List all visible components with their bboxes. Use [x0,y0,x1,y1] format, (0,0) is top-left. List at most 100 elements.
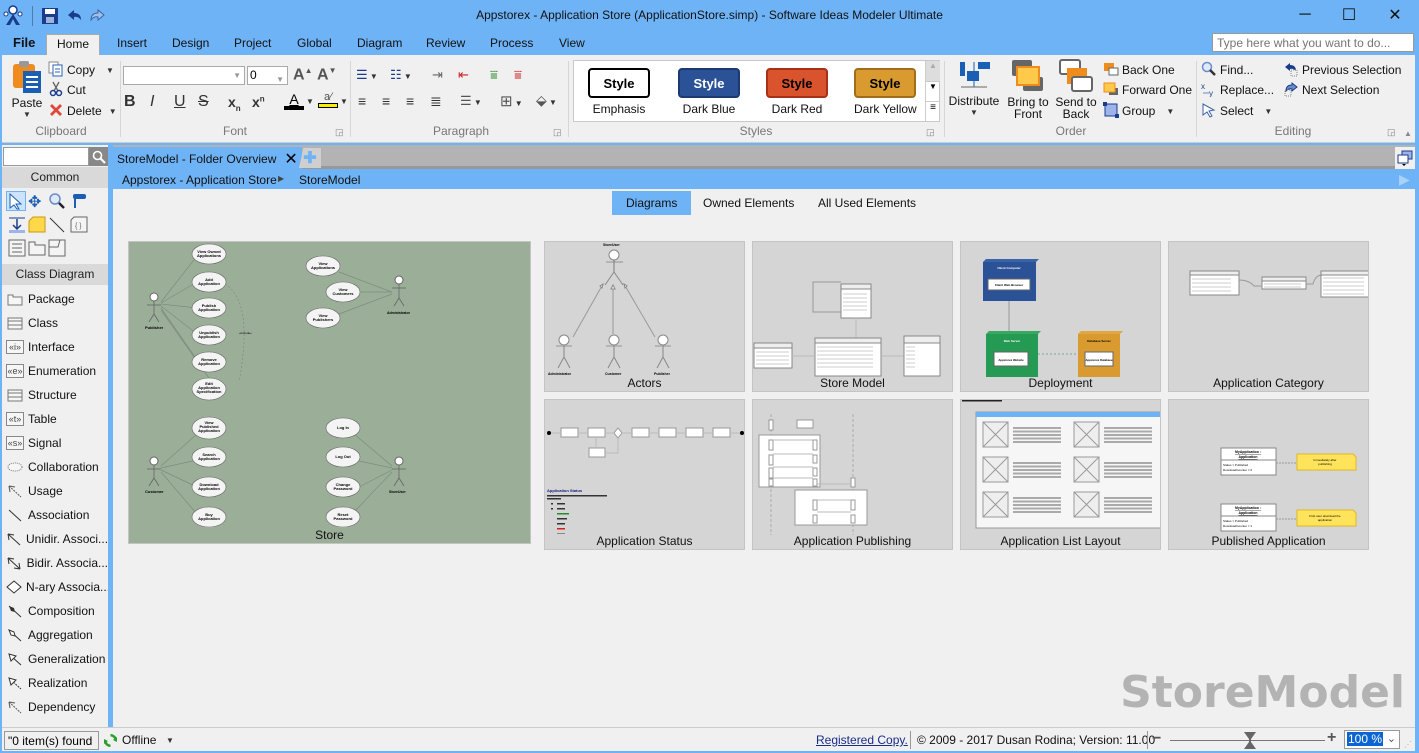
chevron-down-icon[interactable]: ▼ [306,97,314,106]
decrease-indent-icon[interactable]: ⇤ [458,67,469,83]
chevron-down-icon[interactable]: ▼ [340,97,348,106]
diagram-thumbnail-store[interactable]: Publisher «include» View Owned Applicatio… [128,241,531,544]
send-to-back-button[interactable]: Send to Back [1054,59,1098,120]
gallery-scroll[interactable]: ▲ ▼ ≡ [925,61,940,121]
tool-composition[interactable]: Composition [2,599,108,623]
pointer-tool-icon[interactable] [6,191,26,211]
tool-collaboration[interactable]: Collaboration [2,455,108,479]
tool-signal[interactable]: «s» Signal [2,431,108,455]
tell-me-search-input[interactable] [1212,33,1414,52]
tool-generalization[interactable]: Generalization [2,647,108,671]
connection-status[interactable]: Offline [122,733,156,747]
replace-button[interactable]: xy Replace... [1201,80,1274,100]
note-icon[interactable] [28,216,46,237]
frame-icon[interactable]: { } [70,216,88,237]
collapse-ribbon-icon[interactable]: ▲ [1404,129,1412,138]
zoom-out-button[interactable]: − [1152,730,1161,748]
style-emphasis[interactable]: Style Emphasis [588,68,650,116]
breadcrumb-next-icon[interactable]: ▶ [1399,171,1410,188]
pan-tool-icon[interactable]: ✥ [28,192,41,212]
tab-insert[interactable]: Insert [115,34,149,54]
diagram-thumbnail-actors[interactable]: StoreUser Administrator Customer Publisher… [544,241,745,392]
space-after-icon[interactable]: ⩸ [514,67,522,83]
diagram-thumbnail-deployment[interactable]: Client Computer Client Web Browser Web S… [960,241,1161,392]
registered-copy-link[interactable]: Registered Copy. [816,733,908,747]
folder-icon[interactable] [28,239,46,260]
tool-usage[interactable]: Usage [2,479,108,503]
tool-realization[interactable]: Realization [2,671,108,695]
previous-selection-button[interactable]: Previous Selection [1283,60,1401,80]
diagram-thumbnail-application-status[interactable]: Application Status Application Status [544,399,745,550]
zoom-slider-thumb[interactable] [1243,732,1256,749]
toolbox-search-input[interactable] [3,147,89,166]
justify-icon[interactable]: ≣ [430,93,442,110]
section-common[interactable]: Common [2,167,108,188]
expand-gallery-icon[interactable]: ≡ [926,101,940,120]
tool-class[interactable]: Class [2,311,108,335]
dialog-launcher-icon[interactable]: ◲ [553,127,562,138]
window-list-icon[interactable] [1395,147,1415,169]
diagram-thumbnail-store-model[interactable]: Store Model [752,241,953,392]
maximize-button[interactable]: ☐ [1326,0,1372,30]
diagram-thumbnail-application-category[interactable]: Application Category [1168,241,1369,392]
diagram-thumbnail-published-application[interactable]: MyApplication : Application Status = Pub… [1168,399,1369,550]
bring-to-front-button[interactable]: Bring to Front [1006,59,1050,120]
tool-structure[interactable]: Structure [2,383,108,407]
boundary-icon[interactable] [48,239,66,260]
bold-button[interactable]: B [124,93,136,111]
increase-indent-icon[interactable]: ⇥ [432,67,443,83]
tab-owned-elements[interactable]: Owned Elements [689,191,808,215]
tab-diagram[interactable]: Diagram [355,34,404,54]
zoom-in-button[interactable]: + [1327,729,1336,747]
format-painter-icon[interactable] [70,192,88,213]
toolbox-search-button[interactable] [89,147,108,166]
line-spacing-icon[interactable]: ☰ ▼ [460,93,482,109]
tab-design[interactable]: Design [170,34,211,54]
paste-button[interactable]: Paste ▼ [8,59,46,119]
grow-font-icon[interactable]: A▲ [293,66,312,84]
subscript-icon[interactable]: xn [228,94,241,113]
cut-button[interactable]: Cut [48,80,86,100]
breadcrumb-item[interactable]: Appstorex - Application Store [122,173,277,187]
diagram-thumbnail-application-publishing[interactable]: Application Publishing [752,399,953,550]
superscript-icon[interactable]: xn [252,94,265,110]
tool-bidirectional-association[interactable]: Bidir. Associa... [2,551,108,575]
tab-process[interactable]: Process [488,34,535,54]
text-block-icon[interactable] [8,239,26,260]
tool-aggregation[interactable]: Aggregation [2,623,108,647]
font-size-select[interactable]: 0 ▼ [247,66,288,85]
tab-all-used-elements[interactable]: All Used Elements [804,191,930,215]
tab-diagrams[interactable]: Diagrams [612,191,692,215]
fill-color-icon[interactable]: ⬙ ▼ [536,92,557,109]
space-before-icon[interactable]: ⩸ [490,67,498,83]
copy-button[interactable]: Copy ▼ [48,60,114,80]
tab-view[interactable]: View [557,34,587,54]
highlight-color-button[interactable]: a⁄ [318,91,338,108]
align-center-icon[interactable]: ≡ [382,93,390,109]
borders-icon[interactable]: ⊞ ▼ [500,92,523,110]
dialog-launcher-icon[interactable]: ◲ [1387,127,1396,138]
group-button[interactable]: Group ▼ [1103,101,1174,121]
tool-unidirectional-association[interactable]: Unidir. Associ... [2,527,108,551]
next-selection-button[interactable]: Next Selection [1283,80,1379,100]
shrink-font-icon[interactable]: A▼ [317,66,336,84]
tool-dependency[interactable]: Dependency [2,695,108,719]
dialog-launcher-icon[interactable]: ◲ [335,127,344,138]
insert-tool-icon[interactable] [8,216,26,237]
strikethrough-button[interactable]: S [198,93,209,111]
bullet-list-icon[interactable]: ☰ ▼ [356,67,378,83]
scroll-down-icon[interactable]: ▼ [926,81,940,101]
resize-grip-icon[interactable]: ⋰ [1404,740,1412,749]
diagram-thumbnail-application-list-layout[interactable]: Application List Layout [960,399,1161,550]
minimize-button[interactable]: ─ [1282,0,1328,30]
tool-association[interactable]: Association [2,503,108,527]
section-class-diagram[interactable]: Class Diagram [2,264,108,285]
chevron-down-icon[interactable]: ▼ [166,736,174,745]
breadcrumb-separator-icon[interactable]: ▶ [278,174,284,183]
underline-button[interactable]: U [174,93,186,111]
numbered-list-icon[interactable]: ☷ ▼ [390,67,412,83]
italic-button[interactable]: I [150,93,154,111]
tab-global[interactable]: Global [295,34,334,54]
font-name-select[interactable]: ▼ [123,66,245,85]
zoom-tool-icon[interactable] [48,192,66,213]
